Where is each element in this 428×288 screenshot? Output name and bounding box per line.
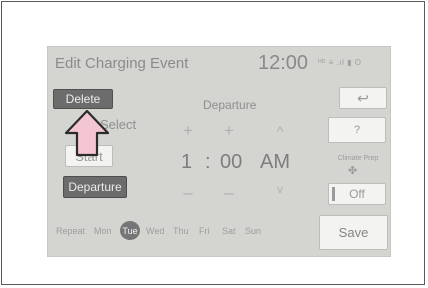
- delete-button[interactable]: Delete: [53, 89, 113, 109]
- clock: 12:00: [258, 52, 309, 74]
- toggle-indicator: [332, 187, 335, 201]
- screen-title: Edit Charging Event: [55, 55, 189, 72]
- day-mon[interactable]: Mon: [94, 226, 112, 236]
- pointer-arrow-icon: [64, 109, 110, 157]
- save-button[interactable]: Save: [319, 215, 388, 250]
- ampm-down-button[interactable]: v: [270, 184, 290, 196]
- hour-minus-button[interactable]: –: [178, 183, 198, 203]
- figure-frame: Edit Charging Event 12:00 ᴴᴰ ≡ .ıl ▮ ʘ D…: [1, 1, 425, 285]
- repeat-label: Repeat: [56, 226, 86, 236]
- back-icon: ↩: [357, 89, 369, 106]
- departure-heading: Departure: [203, 98, 257, 112]
- day-sat[interactable]: Sat: [222, 226, 236, 236]
- ampm-value: AM: [260, 151, 290, 173]
- climate-toggle-label: Off: [349, 187, 365, 201]
- climate-toggle-button[interactable]: Off: [328, 183, 386, 205]
- minute-value: 00: [220, 151, 243, 173]
- ampm-up-button[interactable]: ^: [270, 123, 290, 139]
- help-button[interactable]: ?: [328, 117, 386, 143]
- day-tue[interactable]: Tue: [120, 221, 140, 240]
- hour-plus-button[interactable]: +: [178, 121, 198, 141]
- back-button[interactable]: ↩: [339, 87, 387, 109]
- minute-minus-button[interactable]: –: [219, 183, 239, 203]
- day-fri[interactable]: Fri: [199, 226, 210, 236]
- day-sun[interactable]: Sun: [245, 226, 261, 236]
- climate-prep-label: Climate Prep: [337, 155, 379, 162]
- fan-icon: ✤: [348, 165, 358, 177]
- hour-value: 1: [181, 151, 193, 173]
- day-thu[interactable]: Thu: [173, 226, 189, 236]
- status-icons: ᴴᴰ ≡ .ıl ▮ ʘ: [318, 58, 362, 67]
- departure-button[interactable]: Departure: [63, 176, 127, 198]
- day-wed[interactable]: Wed: [146, 226, 164, 236]
- time-separator: :: [205, 151, 211, 173]
- display-screen: Edit Charging Event 12:00 ᴴᴰ ≡ .ıl ▮ ʘ D…: [47, 46, 391, 257]
- minute-plus-button[interactable]: +: [219, 121, 239, 141]
